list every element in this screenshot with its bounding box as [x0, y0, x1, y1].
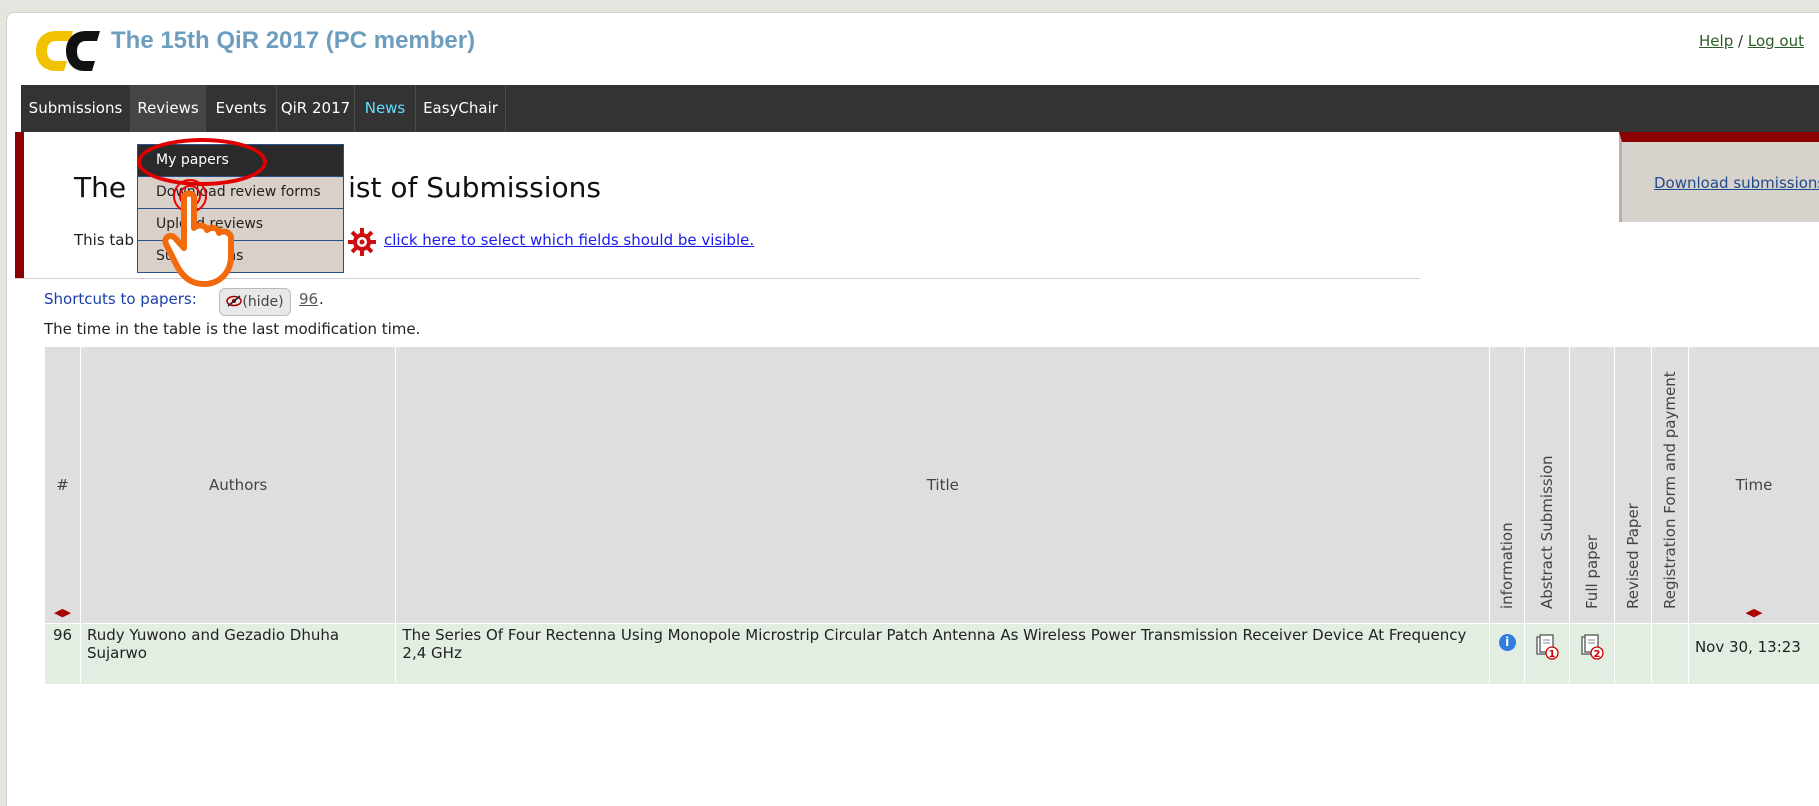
hide-shortcuts-button[interactable]: (hide)	[219, 288, 291, 316]
select-fields-link[interactable]: click here to select which fields should…	[384, 231, 754, 249]
nav-reviews[interactable]: Reviews	[131, 85, 206, 132]
col-time-header[interactable]: Time ◀▶	[1688, 347, 1819, 624]
info-icon[interactable]: i	[1499, 634, 1516, 651]
col-abstract-header: Abstract Submission	[1525, 347, 1570, 624]
document-version-icon[interactable]: 2	[1580, 634, 1604, 660]
nav-events[interactable]: Events	[206, 85, 277, 132]
main-navbar: Submissions Reviews Events QiR 2017 News…	[21, 85, 1819, 132]
cell-num: 96	[45, 624, 81, 685]
cell-fullpaper: 2	[1570, 624, 1615, 685]
nav-submissions[interactable]: Submissions	[21, 85, 131, 132]
nav-qir2017[interactable]: QiR 2017	[277, 85, 355, 132]
gear-icon[interactable]	[347, 227, 377, 257]
page-title-right: ist of Submissions	[348, 171, 601, 204]
shortcut-paper-96[interactable]: 96	[299, 290, 318, 308]
col-num-header[interactable]: # ◀▶	[45, 347, 81, 624]
cell-abstract: 1	[1525, 624, 1570, 685]
col-registration-header: Registration Form and payment	[1652, 347, 1689, 624]
cell-authors: Rudy Yuwono and Gezadio Dhuha Sujarwo	[80, 624, 395, 685]
download-panel: Download submissions	[1619, 132, 1819, 222]
table-note: This tab	[74, 231, 134, 249]
shortcuts-label: Shortcuts to papers:	[44, 290, 197, 308]
col-fullpaper-label: Full paper	[1583, 535, 1601, 609]
help-link[interactable]: Help	[1699, 32, 1733, 50]
top-links: Help / Log out	[1699, 32, 1804, 50]
cell-information: i	[1490, 624, 1525, 685]
col-time-label: Time	[1736, 476, 1773, 494]
cell-time: Nov 30, 13:23	[1688, 624, 1819, 685]
table-header-row: # ◀▶ Authors Title information Abstract …	[45, 347, 1819, 624]
hide-label: (hide)	[242, 294, 283, 310]
col-num-label: #	[56, 476, 69, 494]
app-window: The 15th QiR 2017 (PC member) Help / Log…	[6, 12, 1819, 806]
col-fullpaper-header: Full paper	[1570, 347, 1615, 624]
col-revised-label: Revised Paper	[1624, 503, 1642, 609]
table-row[interactable]: 96 Rudy Yuwono and Gezadio Dhuha Sujarwo…	[45, 624, 1819, 685]
col-revised-header: Revised Paper	[1615, 347, 1652, 624]
cell-registration	[1652, 624, 1689, 685]
pointing-hand-icon	[162, 178, 257, 288]
fullpaper-version-number: 2	[1594, 649, 1601, 660]
col-title-label: Title	[927, 476, 959, 494]
submissions-table: # ◀▶ Authors Title information Abstract …	[44, 346, 1819, 685]
accent-bar	[15, 132, 24, 278]
easychair-logo	[34, 29, 100, 73]
nav-easychair[interactable]: EasyChair	[416, 85, 506, 132]
conference-title: The 15th QiR 2017 (PC member)	[111, 27, 475, 55]
shortcut-period: .	[319, 290, 324, 308]
col-authors-header: Authors	[80, 347, 395, 624]
time-note: The time in the table is the last modifi…	[44, 320, 420, 338]
col-information-label: information	[1498, 522, 1516, 609]
sort-arrows-icon[interactable]: ◀▶	[54, 606, 71, 619]
eye-slash-icon	[226, 295, 242, 307]
col-authors-label: Authors	[209, 476, 267, 494]
logout-link[interactable]: Log out	[1748, 32, 1804, 50]
link-separator: /	[1738, 32, 1743, 50]
cell-revised	[1615, 624, 1652, 685]
download-submissions-link[interactable]: Download submissions	[1654, 174, 1819, 192]
page-title-left: The	[74, 171, 126, 204]
abstract-version-number: 1	[1549, 649, 1556, 660]
col-information-header: information	[1490, 347, 1525, 624]
col-registration-label: Registration Form and payment	[1661, 371, 1679, 609]
sort-arrows-icon[interactable]: ◀▶	[1746, 606, 1763, 619]
col-abstract-label: Abstract Submission	[1538, 455, 1556, 609]
nav-news[interactable]: News	[355, 85, 416, 132]
col-title-header: Title	[396, 347, 1490, 624]
document-version-icon[interactable]: 1	[1535, 634, 1559, 660]
cell-title: The Series Of Four Rectenna Using Monopo…	[396, 624, 1490, 685]
